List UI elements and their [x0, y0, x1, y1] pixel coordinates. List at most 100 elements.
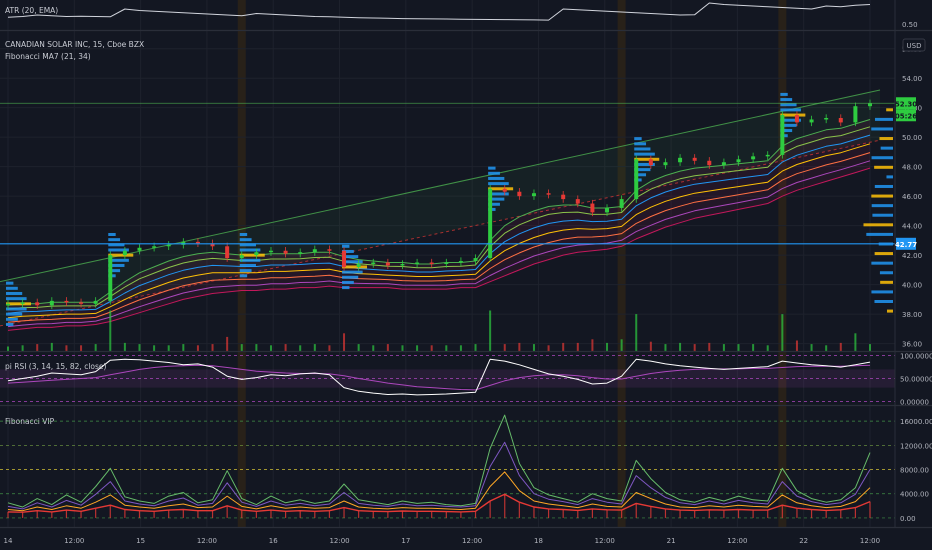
volume-bar-32	[474, 344, 477, 351]
right-profile-bar-15	[874, 165, 893, 169]
candle-body-25	[371, 262, 376, 264]
candle-body-9	[137, 247, 142, 251]
profile-5-bar-6	[634, 147, 651, 151]
volume-bar-10	[153, 345, 156, 351]
candle-body-41	[605, 207, 610, 213]
right-profile-bar-16	[871, 156, 893, 160]
candle-body-23	[342, 250, 347, 267]
right-profile-bar-9	[863, 223, 893, 227]
price-tick-label-1: 54.00	[902, 75, 922, 83]
candle-body-2	[35, 302, 40, 306]
volume-bar-29	[430, 345, 433, 351]
candle-body-3	[49, 300, 54, 306]
candle-body-7	[108, 255, 113, 301]
candle-body-33	[488, 188, 493, 259]
profile-5-bar-5	[634, 152, 655, 156]
profile-2-bar-0	[239, 274, 248, 278]
vip-tick-label-3: 4000.00	[900, 491, 929, 499]
candle-body-34	[502, 188, 507, 192]
candle-body-0	[6, 303, 10, 306]
volume-bar-9	[138, 344, 141, 351]
time-tick-label-13: 12:00	[860, 537, 880, 545]
volume-bar-38	[562, 342, 565, 351]
right-profile-bar-20	[874, 117, 893, 121]
profile-6-bar-8	[780, 92, 788, 96]
volume-bar-4	[65, 345, 68, 351]
candle-body-32	[473, 258, 478, 262]
volume-bar-13	[196, 345, 199, 351]
right-profile-bar-18	[879, 137, 893, 141]
profile-3-bar-8	[342, 244, 350, 248]
volume-bar-26	[386, 344, 389, 351]
profile-6-bar-7	[780, 98, 793, 102]
volume-bar-1	[21, 345, 24, 351]
candle-body-47	[692, 157, 697, 161]
rsi-tick-label-0: 100.00000	[900, 353, 932, 361]
right-profile-bar-19	[871, 127, 893, 131]
profile-5-bar-7	[634, 142, 647, 146]
volume-bar-49	[722, 344, 725, 351]
profile-1-bar-7	[108, 238, 121, 242]
candle-body-24	[356, 263, 361, 267]
volume-bar-44	[649, 341, 652, 351]
volume-bar-23	[343, 333, 346, 351]
profile-0-bar-2	[6, 312, 23, 316]
profile-0-bar-1	[6, 317, 18, 321]
rsi-tick-label-1: 50.00000	[900, 376, 932, 384]
volume-bar-15	[226, 336, 229, 351]
profile-0-bar-6	[6, 291, 23, 295]
profile-0-bar-5	[6, 297, 27, 301]
candle-body-51	[751, 156, 756, 160]
right-profile-bar-12	[871, 194, 893, 198]
profile-2-bar-8	[239, 233, 248, 237]
volume-bar-57	[839, 342, 842, 351]
right-profile-bar-0	[887, 309, 893, 313]
candle-body-13	[195, 241, 200, 244]
right-profile-bar-4	[879, 271, 893, 275]
candle-body-45	[663, 162, 668, 166]
candle-body-39	[575, 199, 580, 204]
volume-bar-53	[781, 314, 784, 351]
volume-bar-28	[416, 345, 419, 351]
last-price-tag-text: 52.30	[895, 100, 917, 108]
candle-body-1	[20, 302, 25, 304]
atr-axis: 0.50	[902, 21, 918, 29]
candle-body-44	[648, 159, 653, 166]
price-tick-label-3: 50.00	[902, 134, 922, 142]
profile-3-bar-0	[342, 286, 350, 290]
volume-bar-30	[445, 345, 448, 351]
volume-bar-43	[635, 314, 638, 351]
volume-bar-7	[109, 310, 112, 351]
volume-bar-50	[737, 344, 740, 351]
right-profile-bar-21	[886, 108, 893, 112]
candle-body-27	[400, 263, 405, 266]
volume-bar-22	[328, 345, 331, 351]
volume-bar-56	[825, 345, 828, 351]
profile-3-bar-3	[342, 270, 363, 274]
candle-body-57	[838, 118, 843, 123]
candle-body-21	[312, 249, 317, 253]
candle-body-59	[868, 103, 872, 107]
profile-3-bar-1	[342, 280, 354, 284]
atr-tick-label-0: 0.50	[902, 21, 918, 29]
price-tick-label-10: 36.00	[902, 341, 922, 349]
candle-body-42	[619, 199, 624, 208]
profile-0-bar-0	[6, 322, 14, 326]
candle-body-35	[517, 191, 522, 197]
time-tick-label-8: 18	[534, 537, 543, 545]
time-tick-label-11: 12:00	[727, 537, 747, 545]
profile-2-bar-7	[239, 238, 252, 242]
profile-4-bar-8	[488, 166, 496, 170]
volume-bar-46	[679, 342, 682, 351]
vip-tick-label-2: 8000.00	[900, 467, 929, 475]
profile-6-bar-6	[780, 103, 797, 107]
currency-label[interactable]: USD	[902, 38, 926, 52]
candle-body-19	[283, 250, 288, 254]
volume-bar-3	[50, 342, 53, 351]
price-tick-label-5: 46.00	[902, 193, 922, 201]
level-price-tag-text: 42.77	[895, 241, 917, 249]
volume-bar-16	[240, 344, 243, 351]
volume-bar-18	[269, 345, 272, 351]
price-tick-label-9: 38.00	[902, 311, 922, 319]
trading-chart[interactable]: ATR (20, EMA) 0.50 CANADIAN SOLAR INC, 1…	[0, 0, 932, 550]
